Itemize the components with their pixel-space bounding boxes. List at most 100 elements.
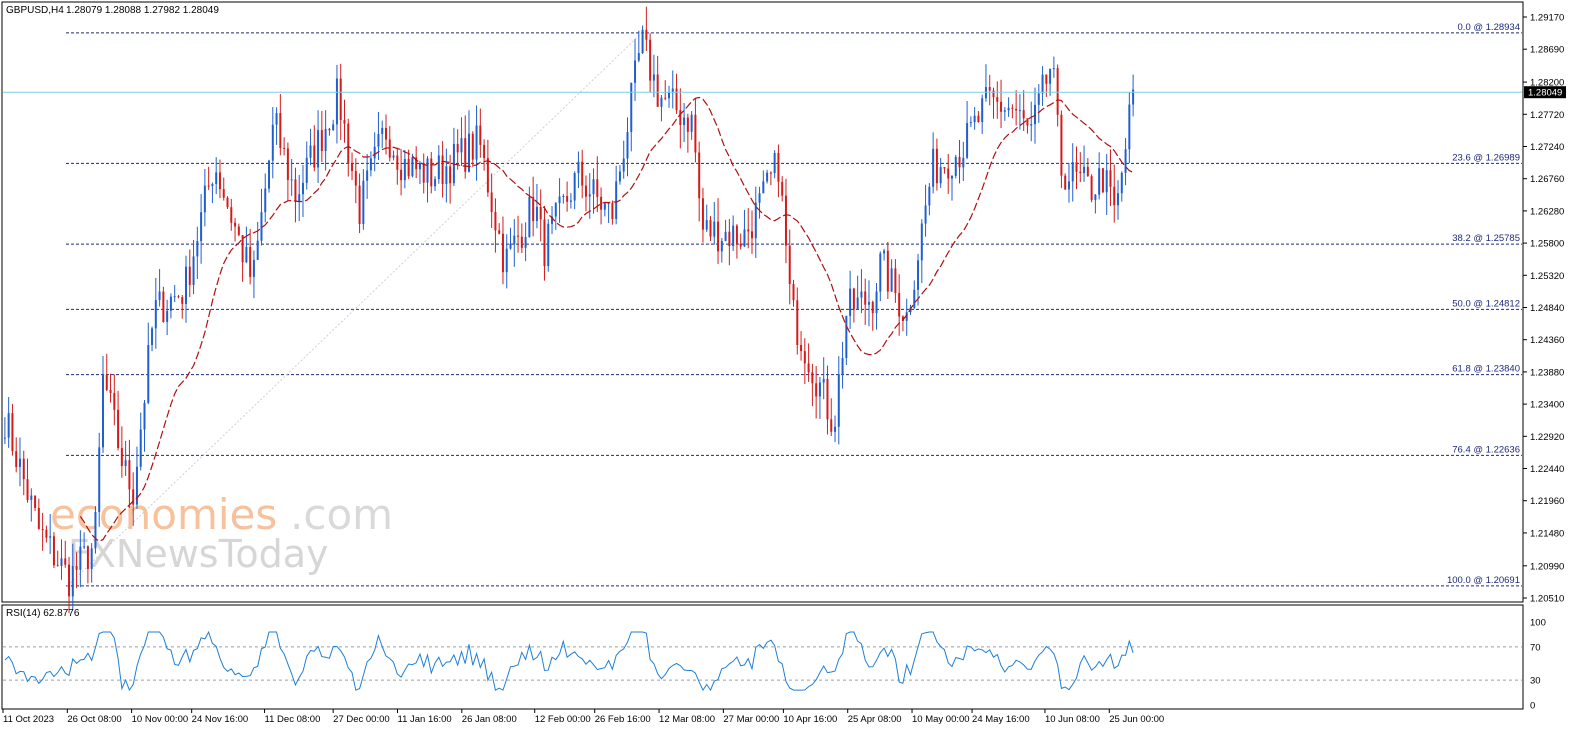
- candle-body: [1113, 186, 1116, 206]
- candle-body: [339, 78, 342, 121]
- candle-body: [490, 192, 493, 212]
- time-tick-label: 11 Jan 16:00: [397, 714, 451, 725]
- candle-body: [505, 248, 508, 273]
- fib-label: 61.8 @ 1.23840: [1452, 364, 1520, 375]
- candle-body: [324, 128, 327, 152]
- candle-body: [313, 145, 316, 168]
- candle-body: [694, 114, 697, 153]
- candle-body: [151, 328, 154, 346]
- candle-body: [71, 566, 74, 597]
- time-tick-label: 10 Jun 08:00: [1045, 714, 1100, 725]
- candle-body: [332, 124, 335, 131]
- candle-body: [1041, 74, 1044, 94]
- candle-body: [732, 225, 735, 247]
- candle-body: [758, 193, 761, 203]
- candle-body: [245, 246, 248, 263]
- ohlc-label: 1.28079 1.28088 1.27982 1.28049: [66, 5, 219, 16]
- candle-body: [917, 260, 920, 290]
- candle-body: [335, 78, 338, 125]
- candle-body: [815, 383, 818, 397]
- candle-body: [634, 60, 637, 83]
- candle-body: [230, 207, 233, 223]
- candle-body: [679, 110, 682, 126]
- candle-body: [637, 53, 640, 61]
- price-tick-label: 1.27240: [1530, 142, 1564, 153]
- candle-body: [883, 250, 886, 254]
- candle-body: [49, 536, 52, 538]
- candle-body: [301, 182, 304, 195]
- rsi-line: [4, 630, 1134, 692]
- fib-label: 100.0 @ 1.20691: [1447, 575, 1520, 586]
- candle-body: [947, 168, 950, 179]
- candle-body: [739, 243, 742, 247]
- rsi-tick-label: 30: [1530, 676, 1541, 687]
- candle-body: [237, 226, 240, 236]
- candle-body: [426, 158, 429, 183]
- candle-body: [981, 98, 984, 122]
- candle-body: [479, 125, 482, 145]
- rsi-tick-label: 100: [1530, 618, 1546, 629]
- candle-body: [400, 169, 403, 181]
- chart-canvas: economies .com FXNewsToday 0.0 @ 1.28934…: [1, 1, 1566, 725]
- candle-body: [924, 205, 927, 224]
- candle-body: [64, 558, 67, 565]
- candle-body: [1086, 166, 1089, 177]
- candle-body: [169, 296, 172, 311]
- candle-body: [1037, 93, 1040, 105]
- candle-body: [109, 389, 112, 394]
- candle-body: [747, 229, 750, 232]
- candle-body: [664, 97, 667, 99]
- candle-body: [683, 117, 686, 126]
- price-tick-label: 1.26760: [1530, 174, 1564, 185]
- candle-body: [154, 300, 157, 329]
- candle-body: [94, 511, 97, 549]
- candle-body: [7, 413, 10, 438]
- candle-body: [728, 231, 731, 247]
- candle-body: [615, 181, 618, 220]
- candle-body: [388, 139, 391, 158]
- candle-body: [898, 293, 901, 317]
- candle-body: [830, 419, 833, 432]
- candle-body: [875, 291, 878, 314]
- candle-body: [860, 291, 863, 298]
- candle-body: [1030, 124, 1033, 126]
- candle-body: [1022, 110, 1025, 119]
- candle-body: [735, 225, 738, 244]
- candle-body: [584, 185, 587, 197]
- candle-body: [90, 548, 93, 569]
- candle-body: [766, 172, 769, 182]
- candle-body: [652, 74, 655, 81]
- candle-body: [105, 375, 108, 390]
- candle-body: [1083, 166, 1086, 174]
- candle-body: [215, 172, 218, 185]
- price-tick-label: 1.20510: [1530, 594, 1564, 605]
- candle-body: [147, 345, 150, 403]
- time-tick-label: 11 Oct 2023: [3, 714, 54, 725]
- candle-body: [1000, 101, 1003, 112]
- candle-body: [449, 166, 452, 184]
- candle-body: [52, 536, 55, 566]
- candle-body: [271, 124, 274, 161]
- rsi-panel-frame: [1, 604, 1524, 710]
- candle-body: [445, 166, 448, 184]
- candle-body: [218, 172, 221, 190]
- price-tick-label: 1.21480: [1530, 528, 1564, 539]
- candle-body: [1105, 170, 1108, 193]
- time-tick-label: 10 Apr 16:00: [783, 714, 837, 725]
- candle-body: [660, 97, 663, 107]
- candle-body: [852, 288, 855, 310]
- time-tick-label: 11 Dec 08:00: [265, 714, 321, 725]
- candle-body: [1018, 110, 1021, 112]
- candle-body: [1109, 170, 1112, 187]
- candle-body: [630, 82, 633, 132]
- candle-body: [45, 529, 48, 538]
- candle-body: [22, 458, 25, 480]
- candle-body: [841, 358, 844, 375]
- candle-body: [260, 212, 263, 241]
- candle-body: [943, 167, 946, 169]
- price-tick-label: 1.24360: [1530, 335, 1564, 346]
- candle-body: [98, 447, 101, 512]
- candle-body: [430, 158, 433, 187]
- candle-body: [773, 152, 776, 174]
- candle-body: [762, 181, 765, 194]
